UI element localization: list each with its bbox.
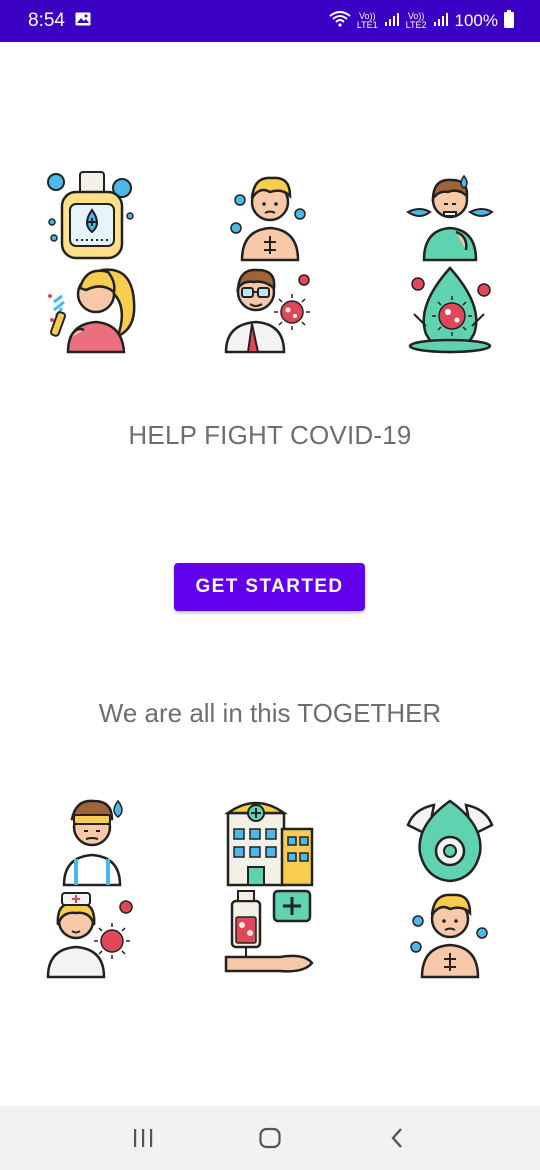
status-left: 8:54 [28, 10, 91, 32]
get-started-button[interactable]: GET STARTED [174, 563, 365, 611]
battery-level: 100% [454, 11, 498, 30]
battery-icon [504, 9, 514, 33]
virus-droplet-icon [404, 262, 496, 354]
tagline: We are all in this TOGETHER [98, 698, 442, 728]
signal-icon [384, 11, 400, 31]
nurse-with-virus-icon [46, 887, 138, 979]
wifi-icon [329, 10, 351, 32]
page-title: HELP FIGHT COVID-19 [128, 420, 412, 450]
hand-sanitizer-icon [46, 170, 138, 262]
navigation-bar [0, 1106, 540, 1170]
hospital-icon [224, 795, 316, 887]
sim1-label: Vo)) LTE1 [356, 11, 378, 30]
status-time: 8:54 [28, 10, 65, 31]
signal-icon [433, 11, 449, 31]
face-mask-icon [404, 795, 496, 887]
status-bar: 8:54 Vo)) LTE1 Vo)) LTE2 100% [0, 0, 540, 42]
gallery-icon [75, 10, 91, 32]
sneezing-woman-icon [46, 262, 138, 354]
sick-child-icon [224, 170, 316, 262]
status-right: Vo)) LTE1 Vo)) LTE2 100% [329, 9, 514, 33]
home-icon[interactable] [250, 1118, 290, 1158]
recents-icon[interactable] [123, 1118, 163, 1158]
blood-transfusion-icon [224, 887, 316, 979]
back-icon[interactable] [377, 1118, 417, 1158]
sick-child-icon [404, 887, 496, 979]
sim2-label: Vo)) LTE2 [405, 11, 427, 30]
coughing-man-icon [404, 170, 496, 262]
fever-patient-icon [46, 795, 138, 887]
doctor-with-virus-icon [224, 262, 316, 354]
